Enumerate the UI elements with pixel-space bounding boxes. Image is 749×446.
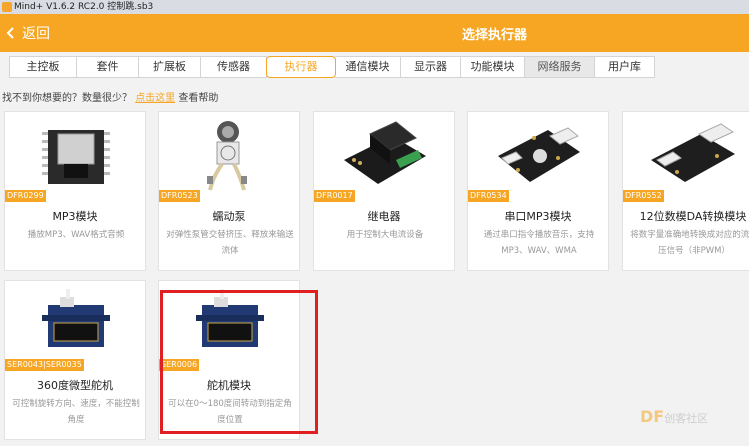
tab-user-library[interactable]: 用户库	[595, 56, 655, 78]
watermark: DF创客社区	[640, 407, 708, 426]
help-hint-text: 找不到你想要的？数量很少？	[2, 93, 132, 104]
tab-network-service[interactable]: 网络服务	[525, 56, 595, 78]
product-sku: DFR0534	[468, 190, 509, 202]
product-name: 12位数模DA转换模块	[639, 210, 747, 223]
tab-expansion-board[interactable]: 扩展板	[139, 56, 201, 78]
product-description: 对弹性泵管交替挤压、释放来输送流体	[166, 230, 294, 256]
product-description: 用于控制大电流设备	[346, 230, 424, 240]
product-description: 可以在0～180度间转动到指定角度位置	[168, 399, 292, 425]
page-title-text: 选择执行器	[461, 28, 527, 43]
window-titlebar: Mind+ V1.6.2 RC2.0 控制跳.sb3	[0, 0, 749, 14]
mp3-module-image	[5, 116, 145, 198]
product-sku: DFR0299	[5, 190, 46, 202]
product-description: 将数字量准确地转换成对应的流电压信号（非PWM）	[630, 230, 749, 256]
servo-image	[159, 285, 299, 367]
window-title: Mind+ V1.6.2 RC2.0 控制跳.sb3	[14, 2, 154, 12]
dac-module-image	[623, 116, 749, 198]
servo-360-image	[5, 285, 145, 367]
help-hint: 找不到你想要的？数量很少？ 点击这里 查看帮助	[2, 89, 218, 104]
product-name: 串口MP3模块	[504, 210, 572, 223]
product-sku: SER0043|SER0035	[5, 359, 84, 371]
card-relay[interactable]: DFR0017 继电器 用于控制大电流设备	[313, 111, 455, 271]
relay-image	[314, 116, 454, 198]
app-icon	[2, 2, 12, 12]
card-dac-module[interactable]: DFR0552 12位数模DA转换模块 将数字量准确地转换成对应的流电压信号（非…	[622, 111, 749, 271]
product-sku: SER0006	[159, 359, 200, 371]
product-sku: DFR0017	[314, 190, 355, 202]
card-serial-mp3[interactable]: DFR0534 串口MP3模块 通过串口指令播放音乐，支持MP3、WAV、WMA	[467, 111, 609, 271]
serial-mp3-image	[468, 116, 608, 198]
product-sku: DFR0552	[623, 190, 664, 202]
tab-display[interactable]: 显示器	[401, 56, 461, 78]
peristaltic-pump-image	[159, 116, 299, 198]
tab-main-board[interactable]: 主控板	[9, 56, 77, 78]
help-hint-after: 查看帮助	[178, 93, 219, 104]
product-name: 舵机模块	[207, 379, 251, 392]
product-name: 蠕动泵	[212, 210, 246, 223]
tab-actuator[interactable]: 执行器	[266, 56, 336, 78]
product-name: MP3模块	[52, 210, 98, 223]
product-description: 通过串口指令播放音乐，支持MP3、WAV、WMA	[483, 230, 595, 256]
product-description: 播放MP3、WAV格式音频	[27, 230, 125, 240]
tab-kit[interactable]: 套件	[77, 56, 139, 78]
header-bar: 返回 选择执行器	[0, 14, 749, 52]
category-tabs: 主控板 套件 扩展板 传感器 执行器 通信模块 显示器 功能模块 网络服务 用户…	[9, 56, 655, 78]
page-title: 选择执行器	[0, 24, 749, 43]
help-link[interactable]: 点击这里	[135, 93, 175, 104]
product-name: 360度微型舵机	[37, 379, 113, 392]
tab-sensor[interactable]: 传感器	[201, 56, 267, 78]
card-servo-360[interactable]: SER0043|SER0035 360度微型舵机 可控制旋转方向、速度，不能控制…	[4, 280, 146, 440]
tab-communication[interactable]: 通信模块	[335, 56, 401, 78]
tab-function-module[interactable]: 功能模块	[461, 56, 525, 78]
card-servo-module[interactable]: SER0006 舵机模块 可以在0～180度间转动到指定角度位置	[158, 280, 300, 440]
watermark-text: 创客社区	[664, 412, 709, 425]
product-description: 可控制旋转方向、速度，不能控制角度	[12, 399, 140, 425]
product-name: 继电器	[367, 210, 401, 223]
card-peristaltic-pump[interactable]: DFR0523 蠕动泵 对弹性泵管交替挤压、释放来输送流体	[158, 111, 300, 271]
card-mp3-module[interactable]: DFR0299 MP3模块 播放MP3、WAV格式音频	[4, 111, 146, 271]
watermark-brand: DF	[640, 407, 665, 426]
product-sku: DFR0523	[159, 190, 200, 202]
